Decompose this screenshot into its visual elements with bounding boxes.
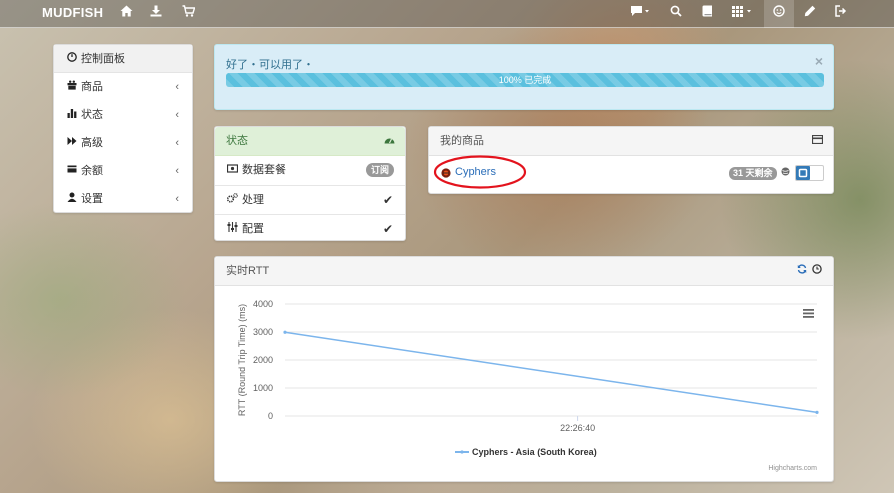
check-icon: ✔ — [382, 193, 393, 207]
sidebar-item-advanced[interactable]: 高级 ‹ — [54, 129, 192, 157]
chart-data-point[interactable] — [283, 330, 287, 334]
sidebar-item-dashboard[interactable]: 控制面板 — [54, 45, 192, 73]
products-panel-header: 我的商品 — [429, 127, 833, 156]
alert-message: 好了・可以用了・ — [226, 59, 314, 71]
user-icon[interactable] — [772, 3, 786, 23]
products-panel: 我的商品 Cyphers 31 天剩余 — [428, 126, 834, 194]
forward-icon — [67, 130, 81, 158]
chart-legend[interactable]: Cyphers - Asia (South Korea) — [455, 447, 597, 457]
pencil-icon[interactable] — [803, 3, 817, 23]
chart-menu-icon[interactable] — [803, 309, 814, 318]
chevron-left-icon: ‹ — [175, 109, 179, 121]
rtt-chart: 4000 3000 2000 1000 0 22:26:40 RTT (Round Tr… — [237, 299, 819, 472]
chart-y-tick-label: 0 — [268, 411, 273, 421]
grid-icon[interactable] — [731, 3, 753, 23]
status-row-label: 配置 — [242, 223, 264, 235]
chart-y-tick-label: 1000 — [253, 383, 273, 393]
top-navbar: MUDFISH — [0, 0, 894, 28]
product-toggle[interactable] — [795, 165, 824, 181]
chart-series-line[interactable] — [284, 331, 818, 414]
sidebar-item-status[interactable]: 状态 ‹ — [54, 101, 192, 129]
clock-icon[interactable] — [812, 257, 822, 286]
status-row-label: 处理 — [242, 194, 264, 206]
sidebar: 控制面板 商品 ‹ 状态 ‹ 高级 ‹ 余额 ‹ 设置 ‹ — [53, 44, 193, 213]
status-row-config[interactable]: 配置 ✔ — [215, 214, 405, 243]
sidebar-item-label: 余额 — [81, 165, 103, 177]
sliders-icon — [227, 215, 242, 244]
chevron-left-icon: ‹ — [175, 81, 179, 93]
chart-y-tick-label: 3000 — [253, 327, 273, 337]
status-panel: 状态 数据套餐 订阅 处理 ✔ 配置 ✔ — [214, 126, 406, 241]
sidebar-item-label: 控制面板 — [81, 53, 125, 65]
status-row-label: 数据套餐 — [242, 164, 286, 176]
chevron-left-icon: ‹ — [175, 193, 179, 205]
chart-x-tick-label: 22:26:40 — [560, 423, 595, 433]
red-highlight-circle — [433, 155, 527, 189]
logout-icon[interactable] — [834, 3, 848, 23]
check-icon: ✔ — [382, 222, 393, 236]
panel-title: 状态 — [226, 135, 248, 147]
chart-y-tick-label: 2000 — [253, 355, 273, 365]
chevron-left-icon: ‹ — [175, 137, 179, 149]
sidebar-item-label: 状态 — [81, 109, 103, 121]
toggle-knob — [796, 166, 810, 180]
days-remaining-badge: 31 天剩余 — [729, 167, 777, 180]
product-row: Cyphers 31 天剩余 — [429, 155, 833, 191]
chart-y-tick-label: 4000 — [253, 299, 273, 309]
chart-credits[interactable]: Highcharts.com — [768, 465, 817, 472]
status-row-data-plan[interactable]: 数据套餐 订阅 — [215, 156, 405, 185]
legend-series-name: Cyphers - Asia (South Korea) — [472, 447, 597, 457]
status-panel-header: 状态 — [215, 127, 405, 156]
card-icon — [67, 158, 81, 186]
refresh-icon[interactable] — [797, 257, 807, 286]
status-row-process[interactable]: 处理 ✔ — [215, 185, 405, 214]
sidebar-item-products[interactable]: 商品 ‹ — [54, 73, 192, 101]
dashboard-icon — [67, 46, 81, 74]
home-icon[interactable] — [119, 3, 133, 23]
globe-icon[interactable] — [781, 167, 790, 179]
panel-title: 我的商品 — [440, 135, 484, 147]
progress-bar: 100% 已完成 — [226, 73, 824, 87]
panel-title: 实时RTT — [226, 265, 270, 277]
chevron-left-icon: ‹ — [175, 165, 179, 177]
rtt-panel-header: 实时RTT — [215, 257, 833, 286]
sidebar-item-settings[interactable]: 设置 ‹ — [54, 185, 192, 213]
cogs-icon — [226, 186, 242, 215]
book-icon[interactable] — [700, 3, 714, 23]
chat-icon[interactable] — [629, 3, 651, 23]
money-icon — [226, 156, 242, 185]
sidebar-item-label: 设置 — [81, 193, 103, 205]
cart-icon[interactable] — [181, 3, 195, 23]
download-icon[interactable] — [149, 3, 163, 23]
sidebar-item-balance[interactable]: 余额 ‹ — [54, 157, 192, 185]
close-icon[interactable]: × — [815, 54, 823, 68]
search-icon[interactable] — [669, 3, 683, 23]
chart-data-point[interactable] — [815, 410, 819, 414]
brand-logo[interactable]: MUDFISH — [42, 5, 103, 20]
progress-label: 100% 已完成 — [498, 75, 552, 85]
user-icon — [67, 186, 81, 214]
chart-y-axis-label: RTT (Round Trip Time) (ms) — [237, 304, 247, 416]
credit-card-icon — [811, 127, 824, 156]
sidebar-item-label: 商品 — [81, 81, 103, 93]
dashboard-icon — [384, 127, 395, 156]
success-alert: 好了・可以用了・ × 100% 已完成 — [214, 44, 834, 110]
rtt-panel: 实时RTT 4000 3000 2000 1000 0 22:26:40 RTT (Ro… — [214, 256, 834, 482]
gift-icon — [67, 74, 81, 102]
stats-icon — [67, 102, 81, 130]
sidebar-item-label: 高级 — [81, 137, 103, 149]
subscribe-badge[interactable]: 订阅 — [365, 163, 394, 177]
